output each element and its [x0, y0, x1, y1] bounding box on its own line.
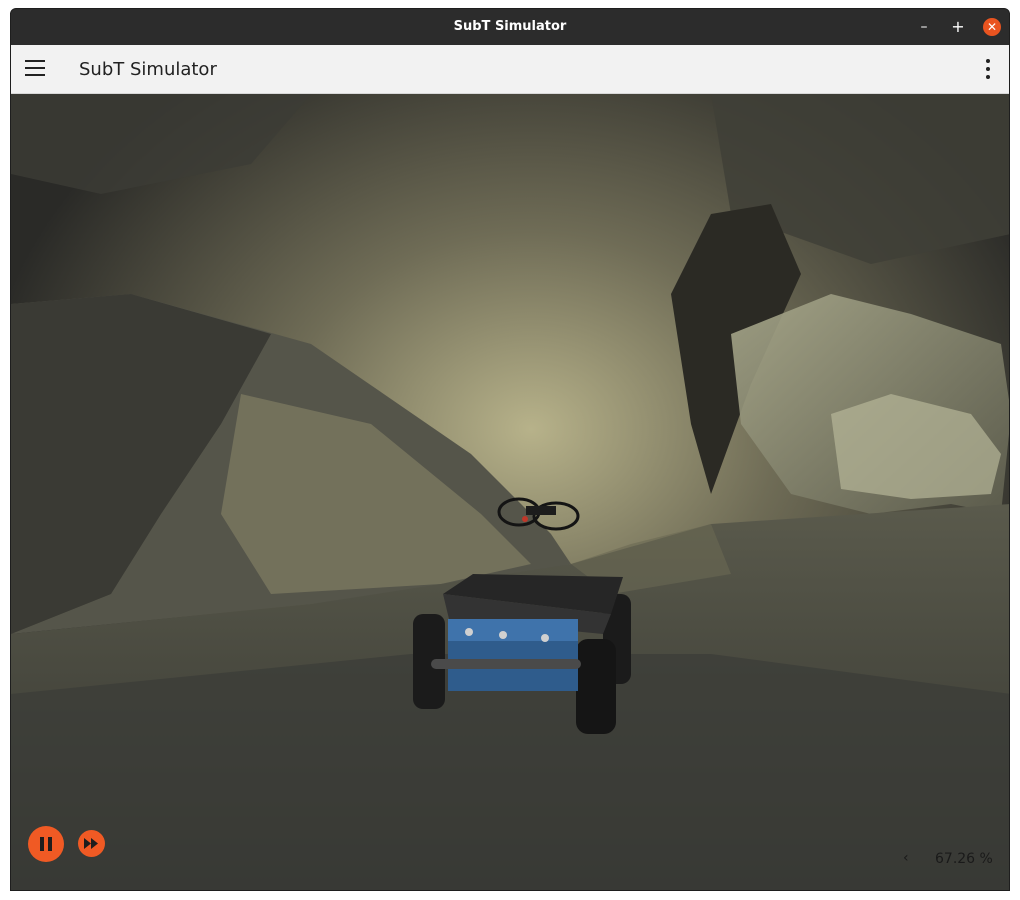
hamburger-menu-icon[interactable]	[25, 60, 45, 78]
more-vert-icon[interactable]	[985, 59, 991, 81]
fast-forward-button[interactable]	[78, 830, 105, 857]
app-title: SubT Simulator	[79, 59, 217, 80]
maximize-button[interactable]: +	[949, 18, 967, 36]
fast-forward-icon	[84, 838, 98, 849]
app-window: SubT Simulator – + ✕ SubT Simulator ‹ 67…	[10, 8, 1010, 891]
app-bar: SubT Simulator	[11, 45, 1009, 94]
cave-scene	[11, 94, 1009, 890]
window-titlebar[interactable]: SubT Simulator – + ✕	[11, 9, 1009, 45]
3d-scene-viewport[interactable]: ‹ 67.26 %	[11, 94, 1009, 890]
close-button[interactable]: ✕	[983, 18, 1001, 36]
window-title: SubT Simulator	[453, 19, 567, 34]
stats-expand-chevron-icon[interactable]: ‹	[903, 850, 909, 866]
pause-icon	[40, 837, 44, 851]
pause-button[interactable]	[28, 826, 64, 862]
minimize-button[interactable]: –	[915, 18, 933, 36]
real-time-factor: 67.26 %	[935, 851, 993, 867]
